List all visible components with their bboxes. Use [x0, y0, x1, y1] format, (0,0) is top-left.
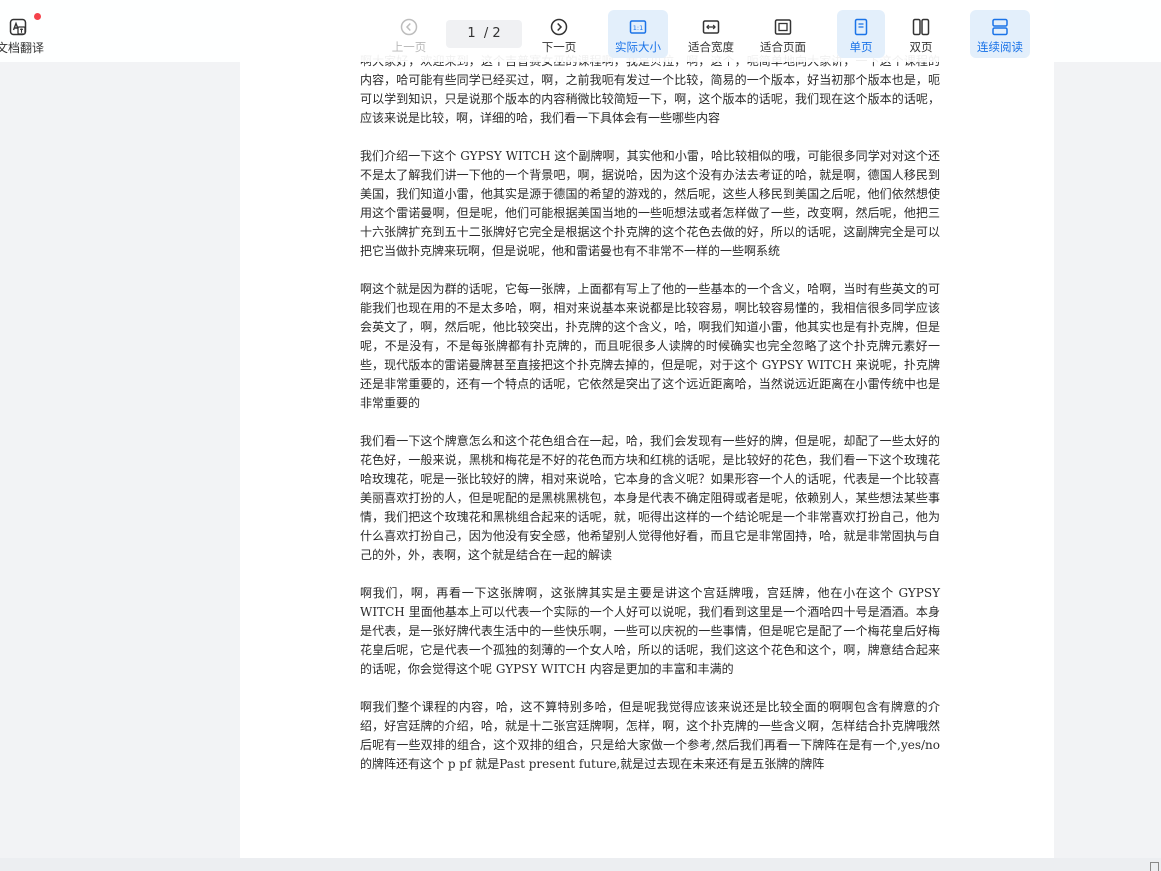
corner-icon [1150, 862, 1159, 871]
continuous-reading-icon [992, 18, 1008, 36]
prev-page-button[interactable]: 上一页 [384, 10, 434, 58]
page-number-input[interactable]: 1 / 2 [446, 20, 522, 48]
paragraph: 啊我们，啊，再看一下这张牌啊，这张牌其实是主要是讲这个宫廷牌哦，宫廷牌，他在小在… [360, 586, 940, 676]
document-translate-button[interactable]: 文档翻译 [0, 10, 48, 56]
paragraph: 我们看一下这个牌意怎么和这个花色组合在一起，哈，我们会发现有一些好的牌，但是呢，… [360, 434, 940, 562]
translate-icon [9, 18, 27, 36]
actual-size-icon: 1:1 [629, 20, 647, 34]
translate-label: 文档翻译 [0, 41, 45, 55]
paragraph: 啊这个就是因为群的话呢，它每一张牌，上面都有写上了他的一些基本的一个含义，哈啊，… [360, 282, 940, 410]
fit-page-icon [774, 19, 792, 35]
current-page: 1 [467, 26, 476, 41]
actual-size-label: 实际大小 [615, 40, 661, 54]
continuous-reading-button[interactable]: 连续阅读 [970, 10, 1030, 58]
actual-size-button[interactable]: 1:1 实际大小 [608, 10, 668, 58]
double-page-icon [912, 18, 930, 36]
total-pages: / 2 [483, 26, 501, 41]
fit-width-icon [702, 20, 720, 34]
next-page-button[interactable]: 下一页 [534, 10, 584, 58]
single-page-icon [854, 18, 868, 36]
horizontal-scrollbar[interactable] [0, 858, 1161, 871]
notification-dot [34, 13, 41, 20]
fit-page-label: 适合页面 [760, 40, 806, 54]
prev-page-label: 上一页 [391, 40, 427, 54]
document-page: 啊大家好，欢迎来到，这个吉普赛女巫的课程啊，我是贝拉，啊，这个，呃简单地向大家讲… [240, 0, 1054, 858]
single-page-label: 单页 [849, 40, 873, 54]
continuous-reading-label: 连续阅读 [977, 40, 1023, 54]
svg-text:1:1: 1:1 [633, 24, 643, 32]
next-page-label: 下一页 [541, 40, 577, 54]
paragraph: 我们介绍一下这个 GYPSY WITCH 这个副牌啊，其实他和小雷，哈比较相似的… [360, 149, 940, 258]
page-content: 啊大家好，欢迎来到，这个吉普赛女巫的课程啊，我是贝拉，啊，这个，呃简单地向大家讲… [360, 52, 940, 793]
single-page-button[interactable]: 单页 [837, 10, 885, 58]
paragraph: 啊大家好，欢迎来到，这个吉普赛女巫的课程啊，我是贝拉，啊，这个，呃简单地向大家讲… [360, 54, 940, 125]
document-viewer: 啊大家好，欢迎来到，这个吉普赛女巫的课程啊，我是贝拉，啊，这个，呃简单地向大家讲… [0, 0, 1161, 871]
fit-page-button[interactable]: 适合页面 [753, 10, 813, 58]
fit-width-button[interactable]: 适合宽度 [681, 10, 741, 58]
chevron-right-circle-icon [550, 18, 568, 36]
paragraph: 啊我们整个课程的内容，哈，这不算特别多哈，但是呢我觉得应该来说还是比较全面的啊啊… [360, 700, 940, 771]
double-page-label: 双页 [909, 40, 933, 54]
double-page-button[interactable]: 双页 [897, 10, 945, 58]
chevron-left-circle-icon [400, 18, 418, 36]
fit-width-label: 适合宽度 [688, 40, 734, 54]
viewer-toolbar: 文档翻译 上一页 1 / 2 下一页 1:1 实际大小 适合宽度 适合页面 单页… [0, 0, 1161, 62]
